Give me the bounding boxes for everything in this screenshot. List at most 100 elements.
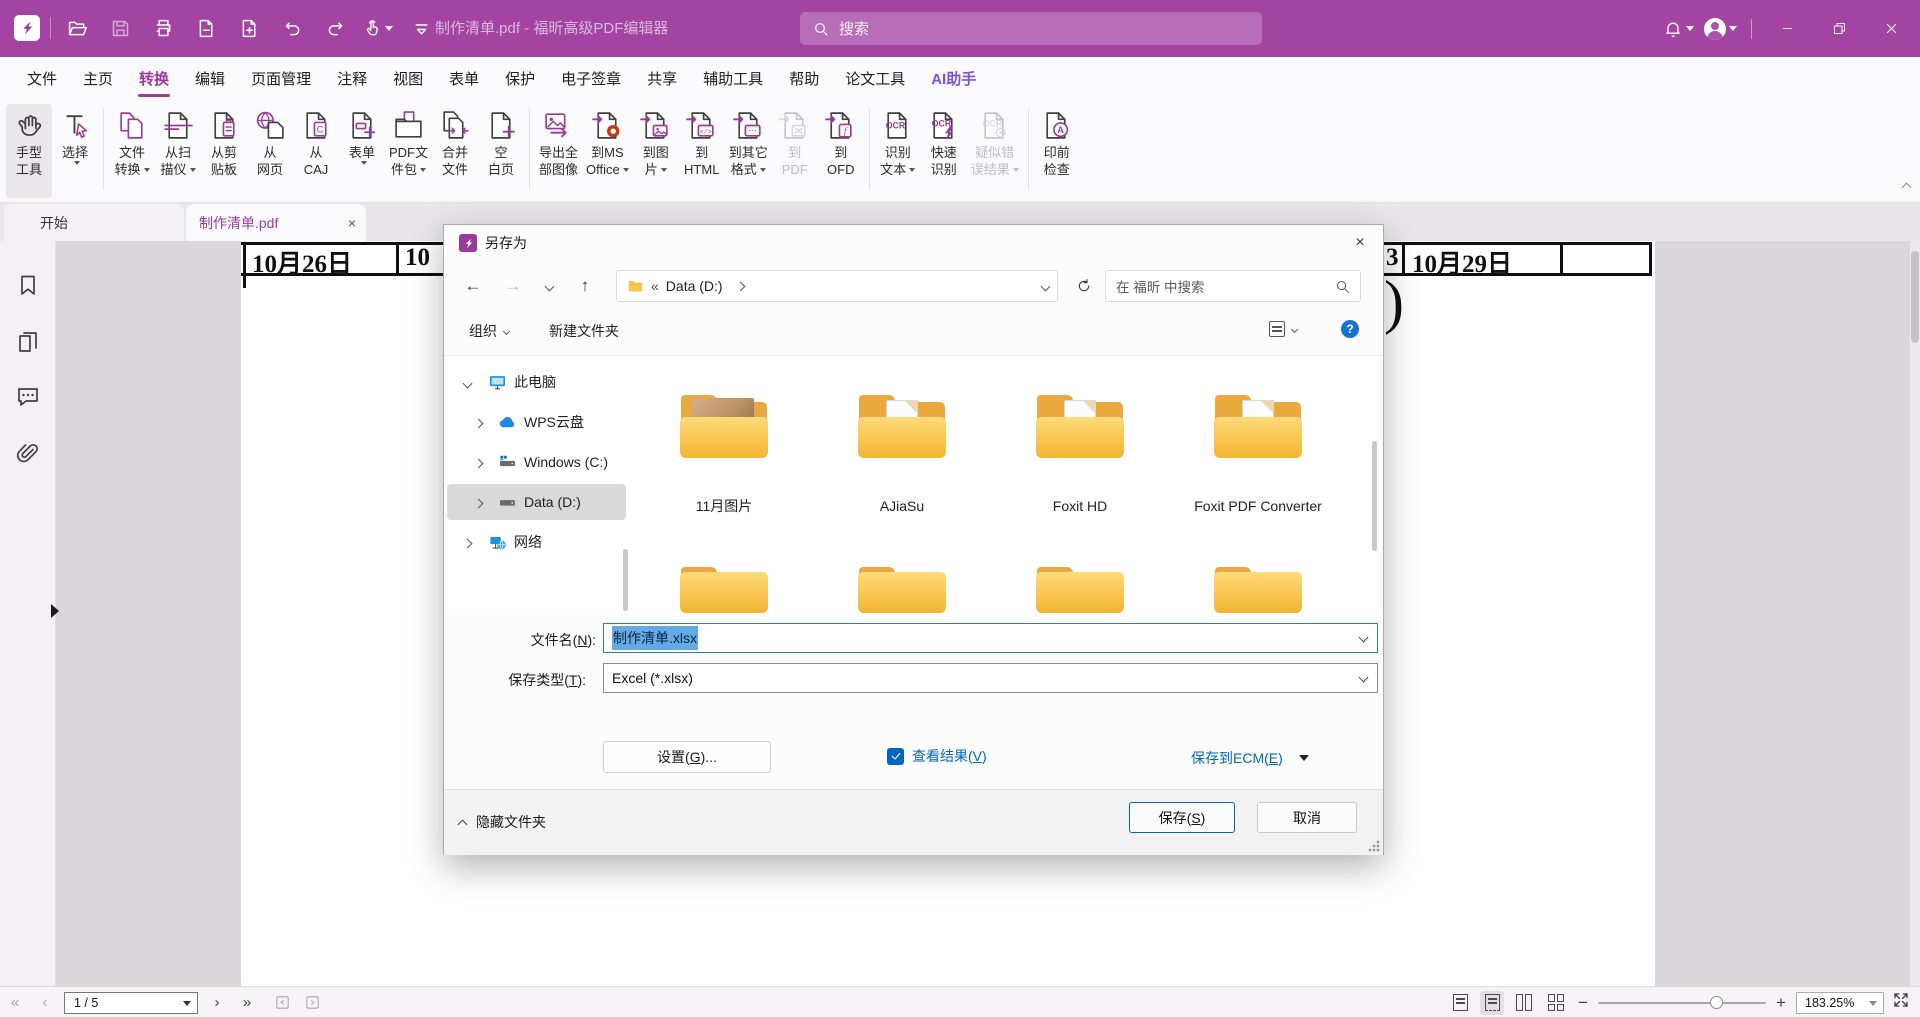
account-button[interactable] xyxy=(1704,18,1737,40)
expander-icon[interactable] xyxy=(464,534,471,550)
ribbon-tool[interactable]: 导出全 部图像 xyxy=(535,104,582,198)
zoom-slider[interactable] xyxy=(1598,1002,1766,1004)
quick-access-button[interactable] xyxy=(105,14,135,44)
breadcrumb-arrow-icon[interactable] xyxy=(735,281,745,291)
ribbon-tool[interactable]: 从 CAJ xyxy=(293,104,339,198)
menu-item[interactable]: 编辑 xyxy=(182,57,238,100)
ribbon-tool[interactable]: 到图 片 xyxy=(633,104,679,198)
notifications-button[interactable] xyxy=(1663,19,1694,39)
quick-access-button[interactable] xyxy=(320,14,350,44)
folder-item[interactable] xyxy=(813,564,991,615)
dialog-search-input[interactable]: 在 福昕 中搜索 xyxy=(1105,270,1361,302)
menu-item[interactable]: 注释 xyxy=(324,57,380,100)
ribbon-tool[interactable]: 手型 工具 xyxy=(6,104,52,198)
folder-item[interactable] xyxy=(635,564,813,615)
zoom-slider-knob[interactable] xyxy=(1710,996,1723,1009)
filename-dropdown-icon[interactable] xyxy=(1359,633,1369,643)
menu-item[interactable]: 论文工具 xyxy=(832,57,918,100)
tree-scrollbar-thumb[interactable] xyxy=(623,549,628,611)
quick-access-button[interactable] xyxy=(406,14,436,44)
quick-access-button[interactable] xyxy=(191,14,221,44)
ribbon-tool[interactable]: 合并 文件 xyxy=(432,104,478,198)
menu-item[interactable]: 帮助 xyxy=(776,57,832,100)
global-search-input[interactable]: 搜索 xyxy=(800,12,1262,45)
new-folder-button[interactable]: 新建文件夹 xyxy=(549,321,619,341)
ribbon-tool[interactable]: 从剪 贴板 xyxy=(201,104,247,198)
single-page-view-button[interactable] xyxy=(1448,991,1472,1015)
zoom-level-input[interactable]: 183.25% xyxy=(1796,992,1884,1014)
close-button[interactable] xyxy=(1870,0,1912,57)
tree-item[interactable]: Data (D:) xyxy=(444,482,632,522)
dialog-titlebar[interactable]: 另存为 xyxy=(444,225,1383,261)
resize-grip[interactable] xyxy=(1368,840,1380,852)
view-options-button[interactable] xyxy=(1269,321,1297,337)
document-scrollbar[interactable] xyxy=(1910,241,1920,986)
menu-item[interactable]: 表单 xyxy=(436,57,492,100)
settings-button[interactable]: 设置(G)... xyxy=(603,741,771,773)
scrollbar-thumb[interactable] xyxy=(1911,251,1919,343)
hide-folders-button[interactable]: 隐藏文件夹 xyxy=(459,812,546,832)
ribbon-tool[interactable]: 选择 xyxy=(52,104,98,198)
quick-access-button[interactable] xyxy=(62,14,92,44)
view-result-checkbox-row[interactable]: 查看结果(V) xyxy=(887,746,987,766)
quick-access-button[interactable] xyxy=(148,14,178,44)
bookmarks-panel-button[interactable] xyxy=(16,273,40,297)
next-page-button[interactable]: › xyxy=(202,994,232,1011)
facing-continuous-view-button[interactable] xyxy=(1544,991,1568,1015)
fullscreen-button[interactable] xyxy=(1892,991,1910,1014)
ribbon-tool[interactable]: 到 OFD xyxy=(818,104,864,198)
ribbon-tool[interactable]: 空 白页 xyxy=(478,104,524,198)
ribbon-tool[interactable]: 从扫 描仪 xyxy=(155,104,201,198)
tab-start[interactable]: 开始 xyxy=(4,204,184,241)
ribbon-tool[interactable]: 到 HTML xyxy=(679,104,725,198)
menu-item[interactable]: 电子签章 xyxy=(548,57,634,100)
checkbox-checked-icon[interactable] xyxy=(887,748,904,765)
next-view-button[interactable] xyxy=(302,993,322,1013)
comments-panel-button[interactable] xyxy=(16,384,40,408)
zoom-in-button[interactable]: + xyxy=(1774,993,1788,1013)
refresh-button[interactable] xyxy=(1068,270,1100,302)
menu-item[interactable]: 辅助工具 xyxy=(690,57,776,100)
quick-access-button[interactable] xyxy=(363,14,393,44)
zoom-out-button[interactable]: − xyxy=(1576,993,1590,1013)
expander-icon[interactable] xyxy=(475,454,482,470)
tree-item[interactable]: 此电脑 xyxy=(444,362,632,402)
ribbon-tool[interactable]: 到 PDF xyxy=(772,104,818,198)
foxit-logo-icon[interactable] xyxy=(14,15,40,41)
previous-page-button[interactable]: ‹ xyxy=(30,994,60,1011)
pages-panel-button[interactable] xyxy=(16,330,40,354)
savetype-dropdown-icon[interactable] xyxy=(1359,673,1369,683)
page-dropdown-icon[interactable] xyxy=(183,1001,191,1006)
expander-icon[interactable] xyxy=(464,374,471,390)
back-button[interactable]: ← xyxy=(456,269,490,303)
ecm-dropdown-icon[interactable] xyxy=(1299,755,1309,761)
page-number-input[interactable]: 1 / 5 xyxy=(64,992,198,1014)
attachments-panel-button[interactable] xyxy=(16,442,40,466)
ribbon-tool[interactable]: 从 网页 xyxy=(247,104,293,198)
menu-item[interactable]: 文件 xyxy=(14,57,70,100)
previous-view-button[interactable] xyxy=(272,993,292,1013)
continuous-view-button[interactable] xyxy=(1480,991,1504,1015)
ribbon-tool[interactable]: 识别 文本 xyxy=(875,104,921,198)
collapse-ribbon-icon[interactable] xyxy=(1903,178,1913,188)
restore-button[interactable] xyxy=(1818,0,1860,57)
tree-item[interactable]: 网络 xyxy=(444,522,632,562)
facing-view-button[interactable] xyxy=(1512,991,1536,1015)
ribbon-tool[interactable]: 到MS Office xyxy=(582,104,633,198)
menu-item[interactable]: AI助手 xyxy=(918,57,989,100)
ribbon-tool[interactable]: 快速 识别 xyxy=(921,104,967,198)
menu-item[interactable]: 共享 xyxy=(634,57,690,100)
up-button[interactable]: ↑ xyxy=(568,269,602,303)
expander-icon[interactable] xyxy=(475,494,482,510)
filename-input[interactable]: 制作清单.xlsx xyxy=(603,623,1378,653)
save-to-ecm-button[interactable]: 保存到ECM(E) xyxy=(1191,748,1309,768)
save-button[interactable]: 保存(S) xyxy=(1129,802,1235,833)
quick-access-button[interactable] xyxy=(277,14,307,44)
ribbon-tool[interactable]: 表单 xyxy=(339,104,385,198)
savetype-select[interactable]: Excel (*.xlsx) xyxy=(603,663,1378,693)
organize-button[interactable]: 组织 xyxy=(469,321,509,341)
tree-item[interactable]: WPS云盘 xyxy=(444,402,632,442)
breadcrumb-path[interactable]: Data (D:) xyxy=(666,278,723,294)
tab-document-active[interactable]: 制作清单.pdf × xyxy=(186,204,366,241)
menu-item[interactable]: 视图 xyxy=(380,57,436,100)
